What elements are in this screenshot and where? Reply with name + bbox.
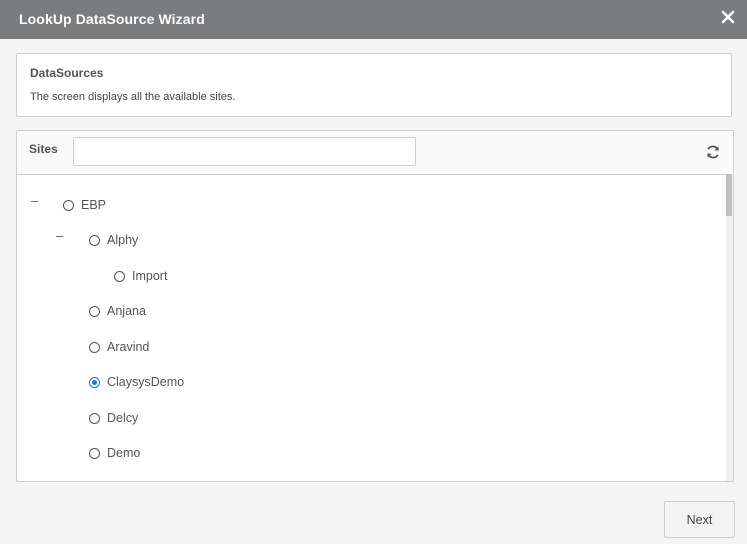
dialog-title: LookUp DataSource Wizard xyxy=(19,11,205,27)
tree-node-label: Demo xyxy=(107,446,141,460)
tree-scrollbar[interactable] xyxy=(726,174,733,481)
radio-alphy[interactable] xyxy=(89,234,100,246)
radio-anjana[interactable] xyxy=(89,305,100,317)
tree-node-label: Aravind xyxy=(107,340,150,354)
sites-header: Sites xyxy=(17,131,733,175)
tree-node-label: Import xyxy=(132,269,168,283)
tree-node-label: Alphy xyxy=(107,233,139,247)
tree-node-label: Delcy xyxy=(107,411,139,425)
radio-aravind[interactable] xyxy=(89,341,100,353)
tree-node-import[interactable]: Import xyxy=(114,269,167,283)
sites-search-input[interactable] xyxy=(73,137,416,166)
radio-import[interactable] xyxy=(114,270,125,282)
sites-panel: Sites – EBP – Alphy Import Anjana Aravin… xyxy=(16,130,734,482)
refresh-icon[interactable] xyxy=(705,144,721,160)
tree-node-demo[interactable]: Demo xyxy=(89,446,140,460)
tree-node-ebp[interactable]: EBP xyxy=(63,198,106,212)
radio-claysysdemo-selected[interactable] xyxy=(89,376,100,388)
info-heading: DataSources xyxy=(30,66,104,80)
tree-node-label: ClaysysDemo xyxy=(107,375,185,389)
datasources-info-panel: DataSources The screen displays all the … xyxy=(16,53,732,117)
sites-tree: – EBP – Alphy Import Anjana Aravind Clay… xyxy=(17,174,733,481)
tree-node-label: EBP xyxy=(81,198,107,212)
tree-node-alphy[interactable]: Alphy xyxy=(89,233,138,247)
info-description: The screen displays all the available si… xyxy=(30,91,236,103)
sites-label: Sites xyxy=(29,142,58,156)
close-icon[interactable] xyxy=(721,10,735,24)
tree-node-label: Anjana xyxy=(107,304,146,318)
tree-node-anjana[interactable]: Anjana xyxy=(89,304,146,318)
radio-demo[interactable] xyxy=(89,447,100,459)
collapse-toggle-ebp[interactable]: – xyxy=(31,194,38,207)
radio-delcy[interactable] xyxy=(89,412,100,424)
scrollbar-thumb[interactable] xyxy=(726,174,732,216)
radio-ebp[interactable] xyxy=(63,199,74,211)
next-button[interactable]: Next xyxy=(664,501,735,538)
dialog-titlebar: LookUp DataSource Wizard xyxy=(0,0,747,39)
tree-node-aravind[interactable]: Aravind xyxy=(89,340,149,354)
collapse-toggle-alphy[interactable]: – xyxy=(56,229,63,242)
tree-node-delcy[interactable]: Delcy xyxy=(89,411,138,425)
tree-node-claysysdemo[interactable]: ClaysysDemo xyxy=(89,375,184,389)
